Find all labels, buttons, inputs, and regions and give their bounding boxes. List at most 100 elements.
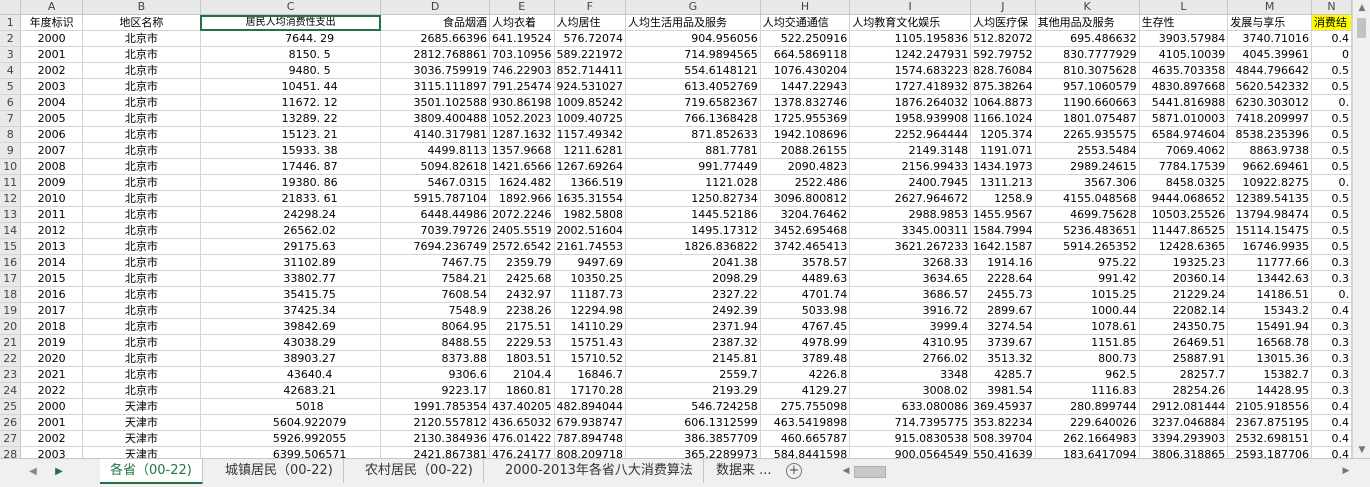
- cell[interactable]: 1826.836822: [625, 238, 761, 255]
- cell[interactable]: 13442.63: [1227, 270, 1312, 287]
- cell[interactable]: 12389.54135: [1227, 190, 1312, 207]
- cell[interactable]: 3916.72: [849, 302, 972, 319]
- cell[interactable]: 3394.293903: [1139, 430, 1229, 447]
- cell[interactable]: 7644. 29: [200, 30, 382, 47]
- cell[interactable]: 5620.542332: [1227, 78, 1312, 95]
- cell[interactable]: 2016: [20, 286, 83, 303]
- cell[interactable]: 1242.247931: [849, 46, 972, 63]
- cell[interactable]: 1157.49342: [554, 126, 627, 143]
- cell[interactable]: 37425.34: [200, 302, 382, 319]
- cell[interactable]: 2522.486: [760, 174, 851, 191]
- cell[interactable]: 3686.57: [849, 286, 972, 303]
- cell[interactable]: 26562.02: [200, 222, 382, 239]
- cell[interactable]: 3008.02: [849, 382, 972, 399]
- cell[interactable]: 1366.519: [554, 174, 627, 191]
- scroll-left-icon[interactable]: ◀: [840, 463, 852, 479]
- cell[interactable]: 1078.61: [1035, 318, 1140, 335]
- column-header-g[interactable]: G: [625, 0, 761, 15]
- cell[interactable]: 11187.73: [554, 286, 627, 303]
- cell[interactable]: 1000.44: [1035, 302, 1140, 319]
- cell[interactable]: 北京市: [82, 286, 201, 303]
- header-cell[interactable]: 人均衣着: [489, 14, 555, 31]
- cell[interactable]: 900.0564549: [849, 446, 972, 458]
- row-number[interactable]: 2: [0, 30, 22, 47]
- cell[interactable]: 0.5: [1311, 238, 1352, 255]
- cell[interactable]: 28254.26: [1139, 382, 1229, 399]
- cell[interactable]: 1205.374: [970, 126, 1036, 143]
- cell[interactable]: 3740.71016: [1227, 30, 1312, 47]
- cell[interactable]: 2228.64: [970, 270, 1036, 287]
- cell[interactable]: 0.5: [1311, 126, 1352, 143]
- cell[interactable]: 11777.66: [1227, 254, 1312, 271]
- cell[interactable]: 2161.74553: [554, 238, 627, 255]
- cell[interactable]: 1892.966: [489, 190, 555, 207]
- cell[interactable]: 2455.73: [970, 286, 1036, 303]
- cell[interactable]: 386.3857709: [625, 430, 761, 447]
- cell[interactable]: 天津市: [82, 398, 201, 415]
- cell[interactable]: 508.39704: [970, 430, 1036, 447]
- cell[interactable]: 8488.55: [380, 334, 491, 351]
- header-cell[interactable]: 食品烟酒: [380, 14, 491, 31]
- cell[interactable]: 2593.187706: [1227, 446, 1312, 458]
- cell[interactable]: 262.1664983: [1035, 430, 1140, 447]
- cell[interactable]: 北京市: [82, 158, 201, 175]
- cell[interactable]: 0.5: [1311, 206, 1352, 223]
- cell[interactable]: 15491.94: [1227, 318, 1312, 335]
- cell[interactable]: 2012: [20, 222, 83, 239]
- cell[interactable]: 915.0830538: [849, 430, 972, 447]
- cell[interactable]: 2010: [20, 190, 83, 207]
- cell[interactable]: 1914.16: [970, 254, 1036, 271]
- cell[interactable]: 北京市: [82, 238, 201, 255]
- cell[interactable]: 2009: [20, 174, 83, 191]
- cell[interactable]: 2104.4: [489, 366, 555, 383]
- tab-scroll-right-icon[interactable]: ▶: [52, 465, 66, 479]
- row-number[interactable]: 6: [0, 94, 22, 111]
- cell[interactable]: 3348: [849, 366, 972, 383]
- add-sheet-icon[interactable]: +: [786, 463, 802, 479]
- cell[interactable]: 1445.52186: [625, 206, 761, 223]
- cell[interactable]: 0.5: [1311, 110, 1352, 127]
- cell[interactable]: 14110.29: [554, 318, 627, 335]
- cell[interactable]: 21229.24: [1139, 286, 1229, 303]
- cell[interactable]: 2145.81: [625, 350, 761, 367]
- cell[interactable]: 4699.75628: [1035, 206, 1140, 223]
- cell[interactable]: 1267.69264: [554, 158, 627, 175]
- cell[interactable]: 3345.00311: [849, 222, 972, 239]
- cell[interactable]: 703.10956: [489, 46, 555, 63]
- cell[interactable]: 1064.8873: [970, 94, 1036, 111]
- row-number[interactable]: 10: [0, 158, 22, 175]
- cell[interactable]: 991.77449: [625, 158, 761, 175]
- cell[interactable]: 2175.51: [489, 318, 555, 335]
- cell[interactable]: 2001: [20, 414, 83, 431]
- cell[interactable]: 2766.02: [849, 350, 972, 367]
- cell[interactable]: 12294.98: [554, 302, 627, 319]
- cell[interactable]: 0.4: [1311, 302, 1352, 319]
- cell[interactable]: 924.531027: [554, 78, 627, 95]
- cell[interactable]: 975.22: [1035, 254, 1140, 271]
- cell[interactable]: 1211.6281: [554, 142, 627, 159]
- cell[interactable]: 766.1368428: [625, 110, 761, 127]
- tab-sheet-1[interactable]: 各省（00-22): [100, 459, 203, 484]
- cell[interactable]: 881.7781: [625, 142, 761, 159]
- cell[interactable]: 930.86198: [489, 94, 555, 111]
- cell[interactable]: 1166.1024: [970, 110, 1036, 127]
- cell[interactable]: 12428.6365: [1139, 238, 1229, 255]
- cell[interactable]: 1421.6566: [489, 158, 555, 175]
- cell[interactable]: 8150. 5: [200, 46, 382, 63]
- column-header-f[interactable]: F: [554, 0, 627, 15]
- cell[interactable]: 554.6148121: [625, 62, 761, 79]
- cell[interactable]: 2008: [20, 158, 83, 175]
- cell[interactable]: 4045.39961: [1227, 46, 1312, 63]
- cell[interactable]: 2022: [20, 382, 83, 399]
- cell[interactable]: 1191.071: [970, 142, 1036, 159]
- cell[interactable]: 3204.76462: [760, 206, 851, 223]
- cell[interactable]: 2018: [20, 318, 83, 335]
- cell[interactable]: 39842.69: [200, 318, 382, 335]
- cell[interactable]: 6230.303012: [1227, 94, 1312, 111]
- row-number[interactable]: 3: [0, 46, 22, 63]
- tab-sheet-5[interactable]: 数据来 ...: [706, 459, 782, 483]
- tab-sheet-4[interactable]: 2000-2013年各省八大消费算法: [495, 459, 704, 483]
- cell[interactable]: 2105.918556: [1227, 398, 1312, 415]
- cell[interactable]: 7467.75: [380, 254, 491, 271]
- cell[interactable]: 2559.7: [625, 366, 761, 383]
